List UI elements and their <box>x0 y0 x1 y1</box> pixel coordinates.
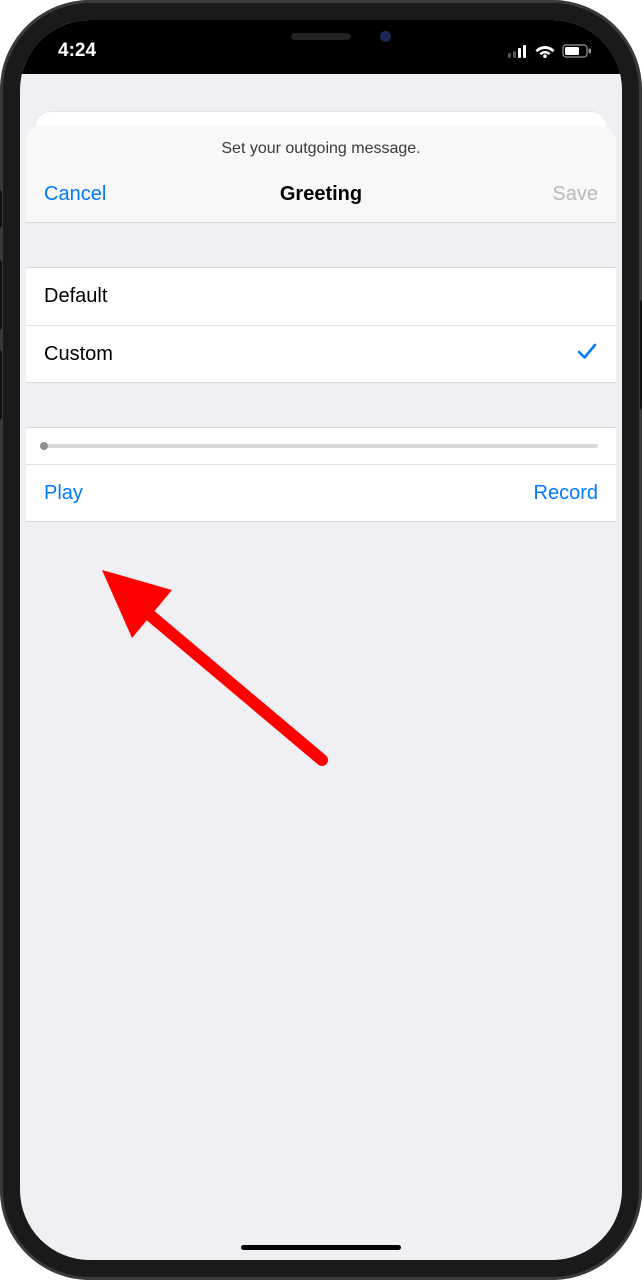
play-button[interactable]: Play <box>44 482 83 505</box>
volume-up-button <box>0 260 2 330</box>
section-spacer <box>26 223 616 267</box>
scrubber-thumb[interactable] <box>40 442 48 450</box>
volume-down-button <box>0 350 2 420</box>
scrubber-track <box>44 444 598 448</box>
checkmark-icon <box>576 340 598 368</box>
wifi-icon <box>535 44 555 58</box>
sheet-title: Greeting <box>134 183 508 206</box>
nav-row: Cancel Greeting Save <box>26 166 616 222</box>
front-camera <box>380 31 391 42</box>
mute-switch <box>0 190 2 228</box>
greeting-options-list: Default Custom <box>26 267 616 383</box>
battery-icon <box>562 44 592 58</box>
cancel-button[interactable]: Cancel <box>44 183 134 206</box>
option-default[interactable]: Default <box>26 268 616 325</box>
notch <box>191 20 451 56</box>
option-default-label: Default <box>44 285 107 308</box>
playback-actions: Play Record <box>26 465 616 522</box>
greeting-sheet: Set your outgoing message. Cancel Greeti… <box>26 126 616 1260</box>
home-indicator[interactable] <box>241 1245 401 1250</box>
option-custom[interactable]: Custom <box>26 325 616 382</box>
save-button[interactable]: Save <box>508 183 598 206</box>
screen: 4:24 <box>20 20 622 1260</box>
sheet-header: Set your outgoing message. Cancel Greeti… <box>26 126 616 223</box>
record-button[interactable]: Record <box>534 482 598 505</box>
sheet-prompt: Set your outgoing message. <box>26 126 616 166</box>
cellular-icon <box>508 45 528 58</box>
status-time: 4:24 <box>58 40 96 62</box>
option-custom-label: Custom <box>44 343 113 366</box>
speaker-grill <box>291 33 351 40</box>
playback-scrubber[interactable] <box>26 427 616 465</box>
device-frame: 4:24 <box>0 0 642 1280</box>
status-right <box>508 44 592 58</box>
section-spacer-2 <box>26 383 616 427</box>
